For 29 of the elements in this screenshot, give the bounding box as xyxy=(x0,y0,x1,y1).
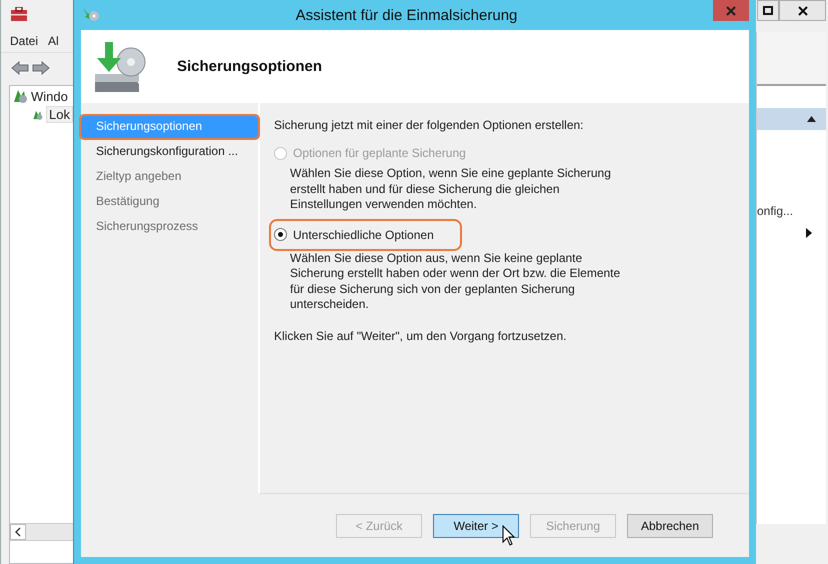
maximize-icon xyxy=(763,6,773,15)
radio-button[interactable] xyxy=(274,228,287,241)
toolbox-icon xyxy=(11,7,27,21)
submenu-arrow-icon[interactable] xyxy=(806,228,812,238)
menu-item[interactable]: Datei xyxy=(10,34,38,48)
scroll-left-icon[interactable] xyxy=(10,524,26,540)
collapse-icon[interactable] xyxy=(807,116,816,122)
radio-option[interactable]: Unterschiedliche Optionen xyxy=(271,220,460,248)
close-icon xyxy=(798,6,808,16)
scrollbar[interactable] xyxy=(10,523,73,541)
option-description: Wählen Sie diese Option aus, wenn Sie keine geplante Sicherung erstellt haben oder wenn der Ort bzw. die Elemente für diese Sicherung sich von der geplanten Sicherung unterscheiden. xyxy=(289,250,622,312)
window-title: Assistent für die Einmalsicherung xyxy=(294,6,518,24)
tree-item[interactable]: Windo xyxy=(31,88,68,104)
dialog-button[interactable]: Abbrechen xyxy=(627,514,713,538)
cursor-icon xyxy=(502,525,516,547)
tree-item[interactable]: Lok xyxy=(46,106,73,123)
back-arrow-icon[interactable] xyxy=(11,61,29,75)
menu-item[interactable]: Al xyxy=(48,34,59,48)
page-heading: Sicherungsoptionen xyxy=(177,58,322,75)
wizard-step[interactable]: Sicherungskonfiguration ... xyxy=(81,141,258,166)
action-item[interactable]: onfig... xyxy=(757,204,826,218)
close-button[interactable] xyxy=(779,0,826,21)
hint-text: Klicken Sie auf "Weiter", um den Vorgang fortzusetzen. xyxy=(274,328,568,342)
instruction-text: Sicherung jetzt mit einer der folgenden Optionen erstellen: xyxy=(274,117,585,134)
close-icon xyxy=(726,6,736,16)
forward-arrow-icon[interactable] xyxy=(32,61,50,75)
maximize-button[interactable] xyxy=(757,0,779,21)
backup-icon xyxy=(82,7,100,23)
option-description: Wählen Sie diese Option, wenn Sie eine geplante Sicherung erstellt haben und für diese Sicherung die gleichen Einstellungen verwenden möchten. xyxy=(289,166,612,212)
